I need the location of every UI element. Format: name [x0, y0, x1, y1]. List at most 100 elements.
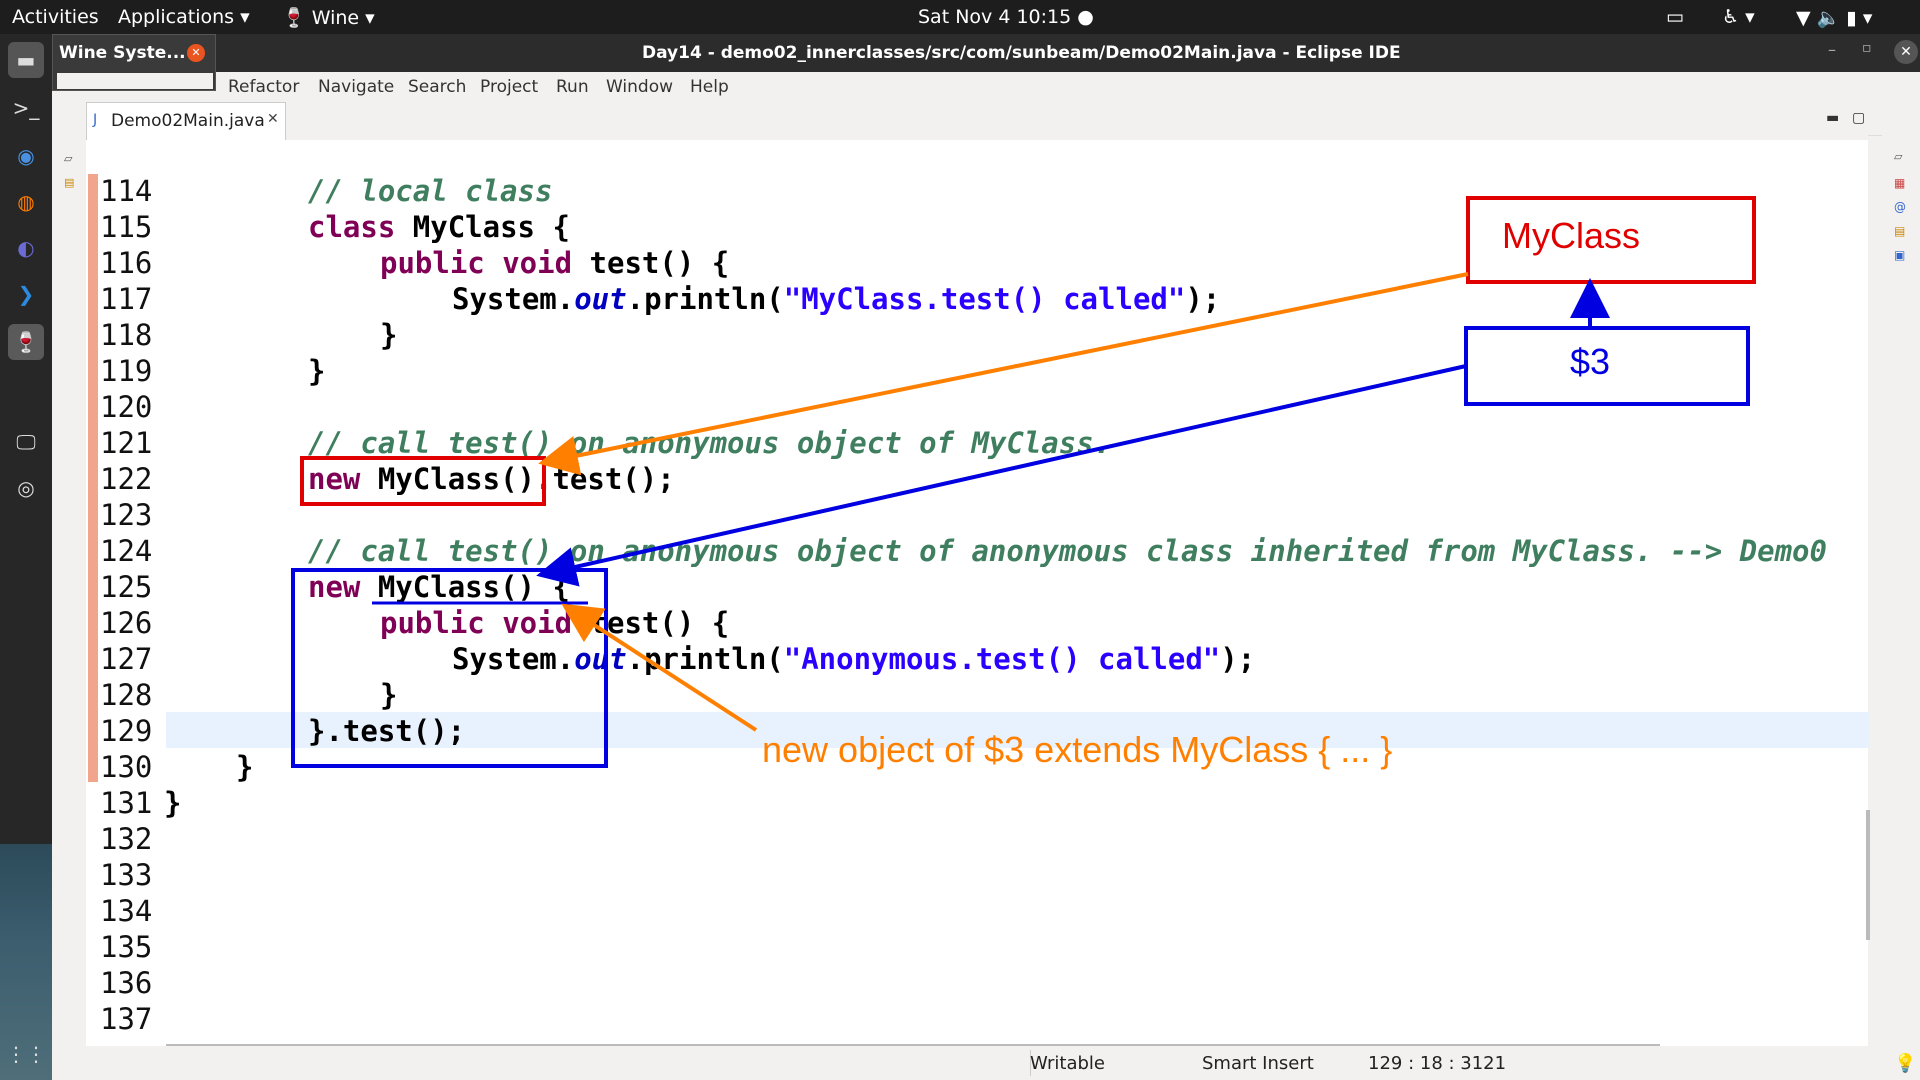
activities-button[interactable]: Activities [12, 6, 99, 28]
menu-refactor[interactable]: Refactor [228, 77, 299, 97]
line-number: 115 [100, 210, 153, 244]
line-number: 121 [100, 426, 153, 460]
applications-menu[interactable]: Applications ▾ [118, 6, 250, 28]
code-text: } [380, 678, 398, 712]
tip-icon[interactable]: 💡 [1894, 1053, 1916, 1074]
code-text: System. [452, 642, 575, 676]
vscode-icon[interactable]: ❯ [8, 276, 44, 312]
code-line-128: } [380, 678, 397, 712]
line-number: 118 [100, 318, 153, 352]
line-number: 136 [100, 966, 153, 1000]
keyword: public void [380, 246, 573, 280]
package-explorer-icon[interactable]: ▤ [64, 176, 74, 189]
menu-navigate[interactable]: Navigate [318, 77, 394, 97]
restore-right-icon[interactable]: ▱ [1894, 150, 1902, 163]
tab-demo02main[interactable]: J Demo02Main.java ✕ [86, 102, 286, 140]
screenshot-icon[interactable]: ◎ [8, 470, 44, 506]
status-insert-mode: Smart Insert [1202, 1053, 1314, 1074]
firefox-icon[interactable]: ◍ [8, 184, 44, 220]
right-side-strip: ▱ ▦ @ ▤ ▣ [1882, 102, 1920, 1046]
chrome-icon[interactable]: ◉ [8, 138, 44, 174]
screen-icon[interactable]: ▭ [1666, 6, 1684, 28]
code-text: ); [1185, 282, 1221, 316]
status-writable: Writable [1030, 1053, 1105, 1074]
line-number: 132 [100, 822, 153, 856]
code-text: } [236, 750, 254, 784]
task-list-icon[interactable]: @ [1894, 200, 1906, 214]
code-content[interactable]: // local class class MyClass { public vo… [156, 174, 1866, 1044]
line-number: 133 [100, 858, 153, 892]
code-text: MyClass { [395, 210, 570, 244]
editor-tab-bar: J Demo02Main.java ✕ ▬ ▢ [86, 102, 1868, 140]
code-text: ); [1220, 642, 1256, 676]
menu-search[interactable]: Search [408, 77, 466, 97]
code-text: test() { [572, 246, 730, 280]
files-icon[interactable]: ▬ [8, 42, 44, 78]
code-line-131: } [164, 786, 181, 820]
left-side-strip: ▱ ▤ [52, 102, 86, 1046]
eclipse-icon[interactable]: ◐ [8, 230, 44, 266]
status-cursor-position: 129 : 18 : 3121 [1368, 1053, 1507, 1074]
app-grid-icon[interactable]: ⋮⋮ [6, 1036, 46, 1072]
close-button[interactable]: ✕ [1894, 40, 1918, 64]
vertical-scrollbar[interactable] [1866, 810, 1870, 940]
applications-label: Applications [118, 6, 235, 28]
code-text: MyClass() { [360, 570, 570, 604]
line-number: 116 [100, 246, 153, 280]
comment: // call test() on anonymous object of an… [308, 534, 1827, 568]
line-number: 120 [100, 390, 153, 424]
minimize-button[interactable]: – [1828, 40, 1836, 59]
string: "MyClass.test() called" [783, 282, 1186, 316]
code-line-125: new MyClass() { [308, 570, 570, 604]
line-number: 124 [100, 534, 153, 568]
menu-run[interactable]: Run [556, 77, 589, 97]
wine-app-icon[interactable]: 🍷 [8, 324, 44, 360]
system-status-icons[interactable]: ▼ 🔈 ▮ ▾ [1796, 6, 1872, 29]
maximize-editor-icon[interactable]: ▢ [1852, 110, 1865, 126]
line-number: 128 [100, 678, 153, 712]
wine-popup-title: Wine Syste... [59, 43, 186, 63]
maximize-button[interactable]: ▫ [1862, 40, 1872, 56]
line-number: 119 [100, 354, 153, 388]
close-tab-icon[interactable]: ✕ [267, 111, 279, 127]
line-number: 134 [100, 894, 153, 928]
accessibility-icon[interactable]: ♿ ▾ [1722, 6, 1755, 28]
code-line-129: }.test(); [308, 714, 465, 748]
wine-label: Wine [311, 7, 360, 29]
menu-help[interactable]: Help [690, 77, 729, 97]
keyword: new [308, 570, 361, 604]
menu-window[interactable]: Window [606, 77, 673, 97]
code-text: } [380, 318, 398, 352]
line-number: 137 [100, 1002, 153, 1036]
outline-icon[interactable]: ▦ [1894, 176, 1905, 190]
console-icon[interactable]: ▣ [1894, 248, 1905, 262]
code-line-118: } [380, 318, 397, 352]
menu-project[interactable]: Project [480, 77, 538, 97]
problems-icon[interactable]: ▤ [1894, 224, 1905, 238]
title-bar: Day14 - demo02_innerclasses/src/com/sunb… [52, 34, 1920, 72]
wine-system-popup[interactable]: Wine Syste... ✕ [52, 34, 216, 91]
line-number: 114 [100, 174, 153, 208]
terminal-icon[interactable]: >_ [8, 90, 44, 126]
status-bar: Writable Smart Insert 129 : 18 : 3121 💡 [52, 1046, 1920, 1080]
window-title: Day14 - demo02_innerclasses/src/com/sunb… [642, 43, 1401, 63]
restore-icon[interactable]: ▱ [64, 152, 72, 165]
line-number-gutter: 114 115 116 117 118 119 120 121 122 123 … [96, 174, 156, 1044]
code-text: System. [452, 282, 575, 316]
minimize-editor-icon[interactable]: ▬ [1826, 110, 1839, 126]
line-number: 126 [100, 606, 153, 640]
code-line-117: System.out.println("MyClass.test() calle… [452, 282, 1220, 316]
line-number: 135 [100, 930, 153, 964]
popup-menu-strip [57, 73, 213, 89]
wine-menu[interactable]: 🍷 Wine ▾ [282, 6, 375, 29]
line-number: 117 [100, 282, 153, 316]
java-file-icon: J [93, 112, 98, 128]
code-text: } [308, 354, 326, 388]
notification-dot-icon: ● [1077, 6, 1094, 28]
close-icon[interactable]: ✕ [187, 44, 205, 62]
line-number: 131 [100, 786, 153, 820]
line-number: 127 [100, 642, 153, 676]
clock[interactable]: Sat Nov 4 10:15 ● [918, 6, 1094, 28]
code-line-126: public void test() { [380, 606, 729, 640]
monitor-icon[interactable]: 🖵 [8, 424, 44, 460]
